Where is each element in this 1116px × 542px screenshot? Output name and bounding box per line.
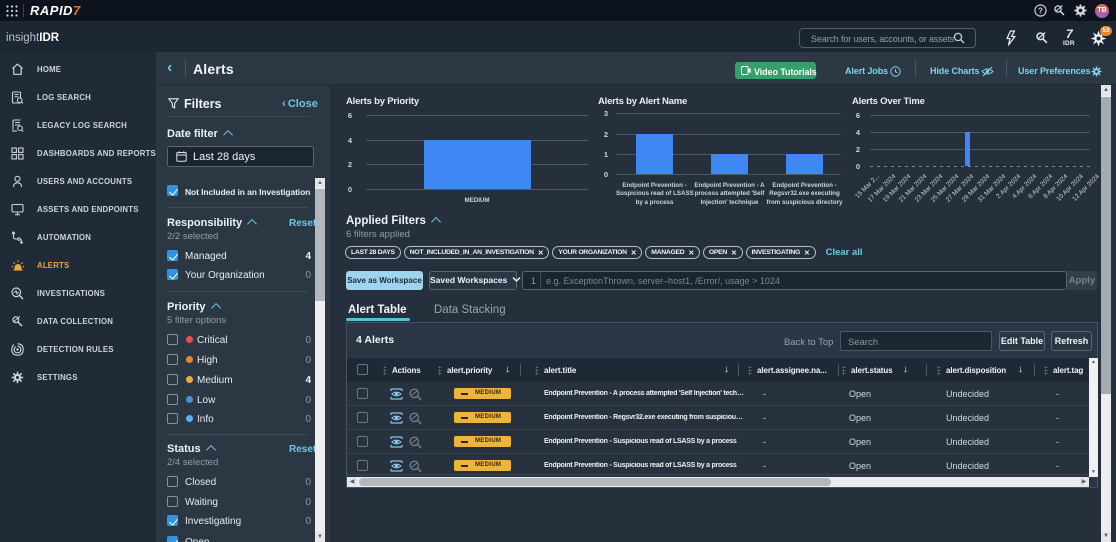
- svg-text:?: ?: [1038, 6, 1043, 15]
